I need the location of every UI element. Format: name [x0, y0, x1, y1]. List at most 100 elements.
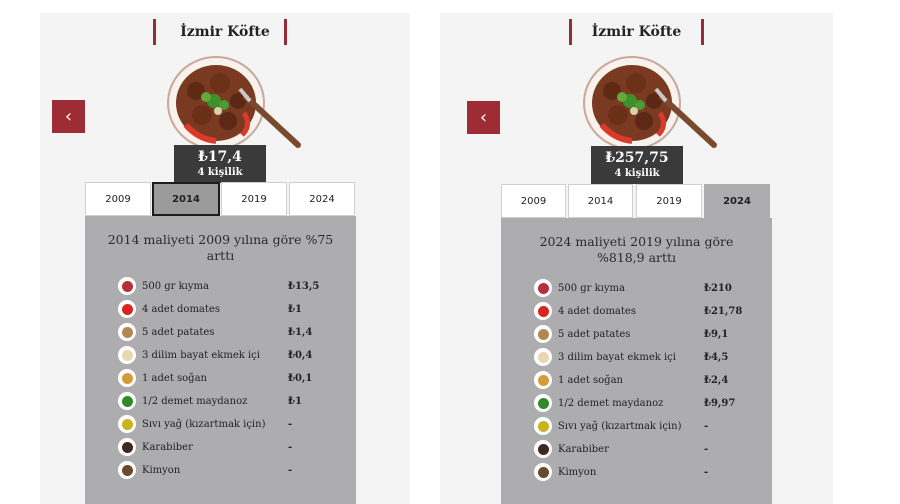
- ingredient-name: Karabiber: [142, 441, 193, 453]
- tab-2014[interactable]: 2014: [568, 184, 633, 218]
- ingredient-cost: -: [288, 464, 293, 476]
- title-bar: İzmir Köfte: [440, 19, 833, 47]
- ingredient-cost: ₺0,1: [288, 372, 313, 384]
- recipe-title: İzmir Köfte: [591, 24, 682, 40]
- ingredient-name: 5 adet patates: [142, 326, 215, 338]
- oil-icon: [118, 415, 136, 433]
- servings: 4 kişilik: [197, 167, 243, 178]
- ingredient-name: 1/2 demet maydanoz: [142, 395, 248, 407]
- ingredient-row: 4 adet domates ₺1: [118, 299, 348, 319]
- ingredient-cost: ₺4,5: [704, 351, 729, 363]
- onion-icon: [534, 371, 552, 389]
- chevron-left-icon: ‹: [64, 106, 73, 127]
- ingredient-cost: -: [288, 418, 293, 430]
- ingredient-cost: ₺2,4: [704, 374, 729, 386]
- ingredient-row: 500 gr kıyma ₺13,5: [118, 276, 348, 296]
- ingredient-name: 500 gr kıyma: [558, 282, 625, 294]
- ingredient-name: Karabiber: [558, 443, 609, 455]
- potato-icon: [118, 323, 136, 341]
- ingredient-row: 4 adet domates ₺21,78: [534, 301, 764, 321]
- ingredient-cost: ₺13,5: [288, 280, 320, 292]
- ingredient-name: 4 adet domates: [142, 303, 220, 315]
- ingredient-name: 1 adet soğan: [558, 374, 623, 386]
- cost-headline: 2014 maliyeti 2009 yılına göre %75 arttı: [107, 232, 334, 263]
- ingredient-cost: -: [704, 443, 709, 455]
- ingredient-row: 5 adet patates ₺9,1: [534, 324, 764, 344]
- ingredient-name: 1 adet soğan: [142, 372, 207, 384]
- ingredient-row: 500 gr kıyma ₺210: [534, 278, 764, 298]
- ingredient-cost: -: [704, 420, 709, 432]
- ingredient-name: 3 dilim bayat ekmek içi: [142, 349, 260, 361]
- ingredient-name: 500 gr kıyma: [142, 280, 209, 292]
- black-pepper-icon: [118, 438, 136, 456]
- ingredient-cost: ₺21,78: [704, 305, 743, 317]
- recipe-title: İzmir Köfte: [180, 24, 270, 40]
- servings: 4 kişilik: [614, 168, 660, 179]
- chevron-left-icon: ‹: [479, 107, 488, 128]
- oil-icon: [534, 417, 552, 435]
- ingredient-cost: ₺1: [288, 303, 302, 315]
- ingredient-row: Sıvı yağ (kızartmak için) -: [118, 414, 348, 434]
- back-button[interactable]: ‹: [467, 101, 500, 134]
- year-tabs: 2009 2014 2019 2024: [501, 184, 770, 218]
- cost-panel: 2024 maliyeti 2019 yılına göre %818,9 ar…: [501, 218, 772, 504]
- minced-meat-icon: [118, 277, 136, 295]
- ingredient-row: 1 adet soğan ₺0,1: [118, 368, 348, 388]
- year-tabs: 2009 2014 2019 2024: [85, 182, 355, 216]
- recipe-card-2014: İzmir Köfte ‹ ₺17,4 4 kişilik 2009 2014 …: [40, 13, 410, 504]
- tab-2009[interactable]: 2009: [501, 184, 566, 218]
- ingredient-row: 1 adet soğan ₺2,4: [534, 370, 764, 390]
- price-box: ₺17,4 4 kişilik: [174, 145, 266, 183]
- ingredient-row: Kimyon -: [534, 462, 764, 482]
- ingredient-name: 4 adet domates: [558, 305, 636, 317]
- title-divider-right: [284, 19, 287, 45]
- tomato-icon: [118, 300, 136, 318]
- ingredient-name: 1/2 demet maydanoz: [558, 397, 664, 409]
- recipe-card-2024: İzmir Köfte ‹ ₺257,75 4 kişilik 2009 201…: [440, 13, 833, 504]
- ingredient-cost: ₺210: [704, 282, 732, 294]
- ingredient-name: Kimyon: [142, 464, 181, 476]
- tab-2024[interactable]: 2024: [289, 182, 355, 216]
- ingredient-name: 5 adet patates: [558, 328, 631, 340]
- kofte-bowl-image: [583, 56, 717, 150]
- ingredient-name: 3 dilim bayat ekmek içi: [558, 351, 676, 363]
- total-price: ₺257,75: [605, 150, 669, 166]
- title-divider-right: [701, 19, 704, 45]
- price-box: ₺257,75 4 kişilik: [591, 146, 683, 184]
- parsley-icon: [534, 394, 552, 412]
- ingredient-name: Kimyon: [558, 466, 597, 478]
- ingredient-cost: -: [288, 441, 293, 453]
- cost-panel: 2014 maliyeti 2009 yılına göre %75 arttı…: [85, 216, 356, 504]
- ingredient-cost: ₺9,97: [704, 397, 736, 409]
- tab-2014[interactable]: 2014: [152, 182, 220, 216]
- ingredient-row: Kimyon -: [118, 460, 348, 480]
- ingredient-row: 3 dilim bayat ekmek içi ₺4,5: [534, 347, 764, 367]
- parsley-icon: [118, 392, 136, 410]
- ingredient-cost: ₺1,4: [288, 326, 313, 338]
- ingredient-row: Karabiber -: [118, 437, 348, 457]
- cumin-icon: [534, 463, 552, 481]
- black-pepper-icon: [534, 440, 552, 458]
- ingredient-row: 1/2 demet maydanoz ₺9,97: [534, 393, 764, 413]
- title-bar: İzmir Köfte: [40, 19, 410, 47]
- ingredient-row: Sıvı yağ (kızartmak için) -: [534, 416, 764, 436]
- ingredient-name: Sıvı yağ (kızartmak için): [558, 420, 682, 432]
- ingredient-row: 5 adet patates ₺1,4: [118, 322, 348, 342]
- ingredient-cost: ₺9,1: [704, 328, 729, 340]
- tab-2019[interactable]: 2019: [636, 184, 702, 218]
- onion-icon: [118, 369, 136, 387]
- tomato-icon: [534, 302, 552, 320]
- tab-2009[interactable]: 2009: [85, 182, 151, 216]
- potato-icon: [534, 325, 552, 343]
- ingredient-name: Sıvı yağ (kızartmak için): [142, 418, 266, 430]
- back-button[interactable]: ‹: [52, 100, 85, 133]
- bread-icon: [118, 346, 136, 364]
- kofte-bowl-image: [167, 56, 301, 150]
- ingredient-cost: -: [704, 466, 709, 478]
- ingredient-row: 3 dilim bayat ekmek içi ₺0,4: [118, 345, 348, 365]
- cumin-icon: [118, 461, 136, 479]
- cost-headline: 2024 maliyeti 2019 yılına göre %818,9 ar…: [539, 234, 734, 265]
- total-price: ₺17,4: [198, 149, 242, 165]
- tab-2024[interactable]: 2024: [704, 184, 770, 218]
- tab-2019[interactable]: 2019: [221, 182, 287, 216]
